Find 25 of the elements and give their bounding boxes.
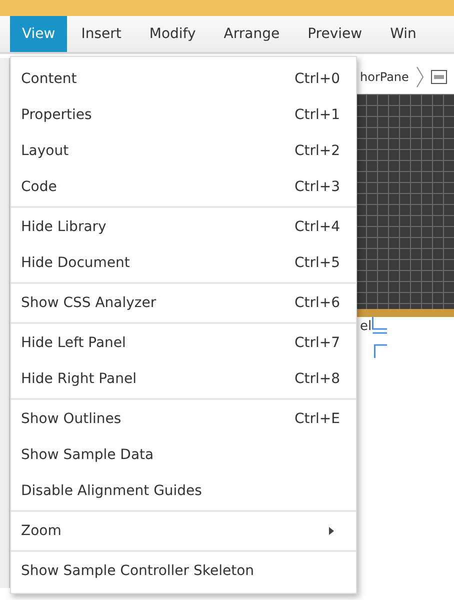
menu-bar-item[interactable]: Insert <box>67 16 136 52</box>
menu-bar-item[interactable]: Arrange <box>210 16 294 52</box>
breadcrumb-item[interactable]: horPane <box>360 70 409 84</box>
menu-item[interactable]: Hide Left Panel Ctrl+7 <box>11 325 356 361</box>
component-icon <box>430 70 447 84</box>
menu-bar-item[interactable]: Win <box>376 16 430 52</box>
menu-item[interactable]: Hide Document Ctrl+5 <box>11 245 356 281</box>
submenu-arrow-icon <box>329 527 334 535</box>
menu-item[interactable]: Hide Right Panel Ctrl+8 <box>11 361 356 397</box>
menu-item[interactable]: Zoom <box>11 513 356 549</box>
alignment-guide-icon <box>372 317 387 358</box>
menu-item[interactable]: Show Sample Data <box>11 437 356 473</box>
menu-item[interactable]: Show CSS Analyzer Ctrl+6 <box>11 285 356 321</box>
menu-bar-item[interactable]: Modify <box>135 16 210 52</box>
menu-item[interactable]: Hide Library Ctrl+4 <box>11 209 356 245</box>
menu-item[interactable]: Code Ctrl+3 <box>11 169 356 205</box>
menu-item[interactable]: Content Ctrl+0 <box>11 61 356 97</box>
chevron-icon <box>414 65 425 89</box>
menu-item[interactable]: Show Sample Controller Skeleton <box>11 553 356 589</box>
menu-item[interactable]: Show Outlines Ctrl+E <box>11 401 356 437</box>
menu-item[interactable]: Properties Ctrl+1 <box>11 97 356 133</box>
menu-item[interactable]: Disable Alignment Guides <box>11 473 356 509</box>
menu-item[interactable]: Layout Ctrl+2 <box>11 133 356 169</box>
canvas-label: el <box>359 319 372 334</box>
menu-bar-item[interactable]: Preview <box>294 16 376 52</box>
